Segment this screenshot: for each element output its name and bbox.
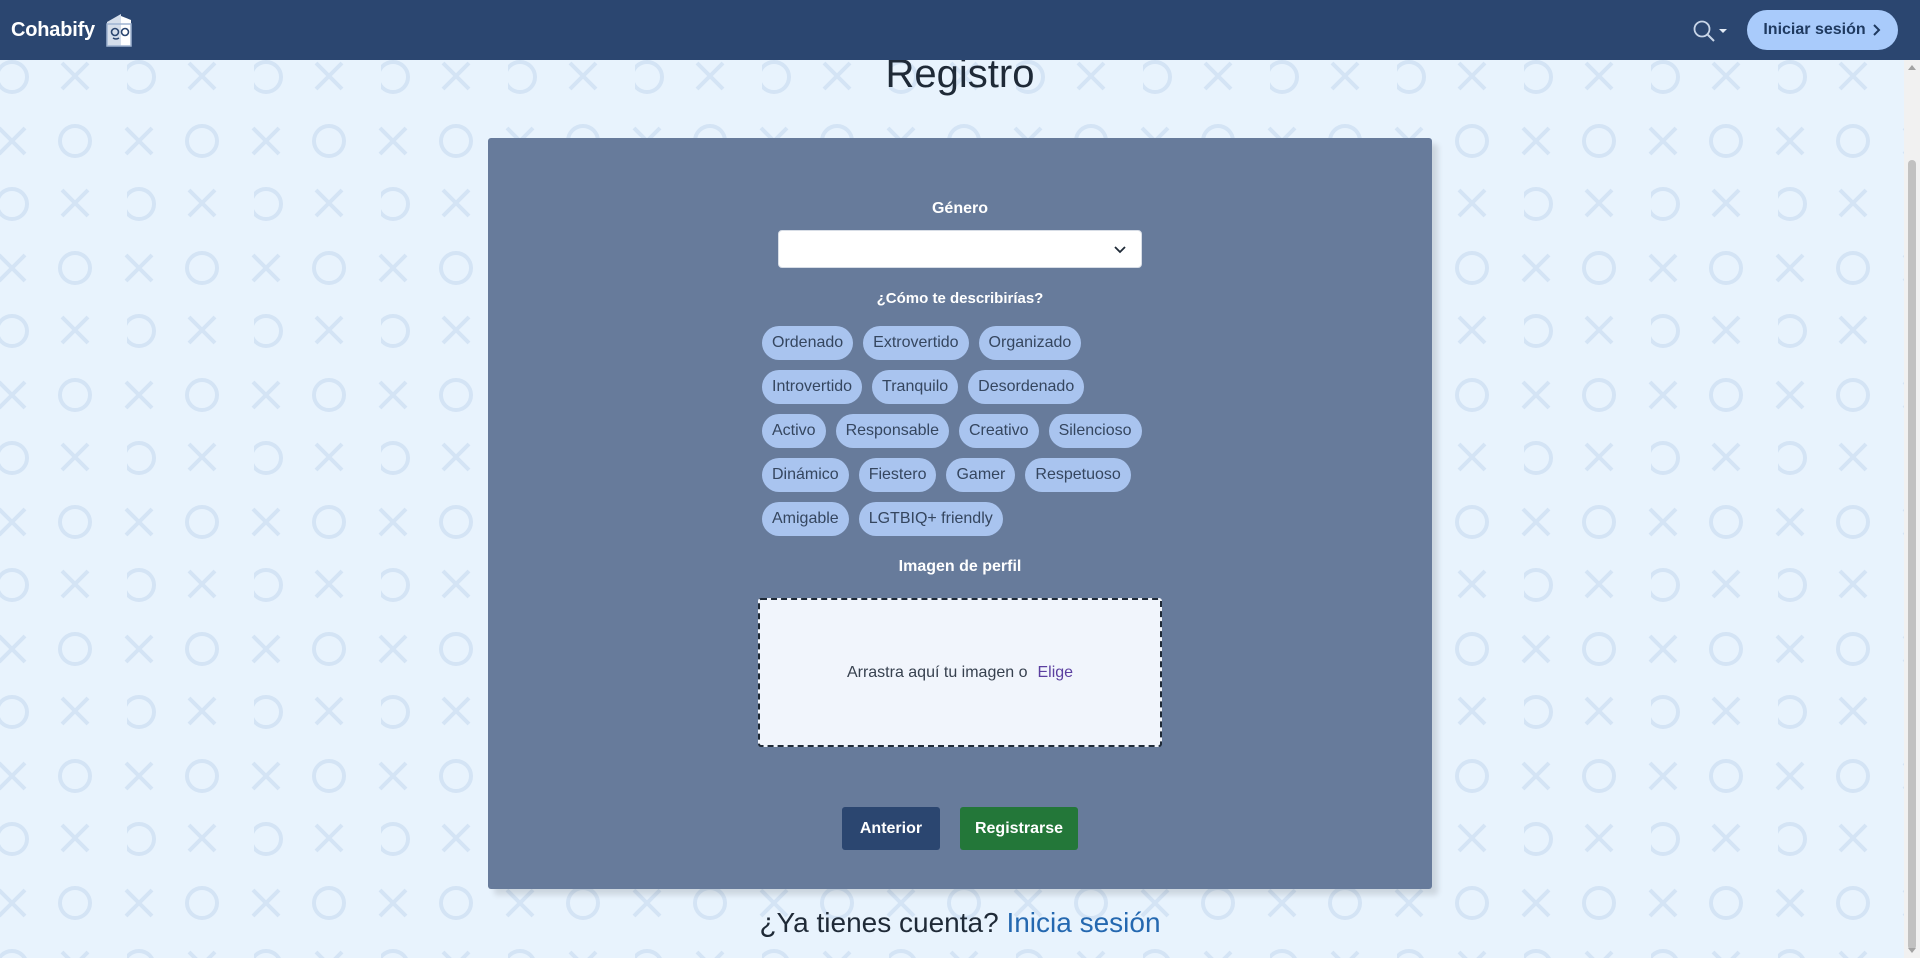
scroll-down-arrow-icon[interactable]: [1908, 948, 1916, 954]
dropzone-text: Arrastra aquí tu imagen o: [846, 663, 1028, 681]
login-prompt: ¿Ya tienes cuenta? Inicia sesión: [0, 907, 1920, 939]
choose-file-link[interactable]: Elige: [1037, 664, 1073, 682]
chevron-right-icon: [1872, 24, 1881, 36]
tag-organizado[interactable]: Organizado: [978, 326, 1082, 360]
tag-amigable[interactable]: Amigable: [762, 502, 849, 536]
brand[interactable]: Cohabify: [11, 12, 137, 48]
tag-row: Introvertido Tranquilo Desordenado: [762, 370, 1162, 404]
tag-lgtbiq-friendly[interactable]: LGTBIQ+ friendly: [858, 502, 1003, 536]
tag-activo[interactable]: Activo: [762, 414, 826, 448]
image-dropzone[interactable]: Arrastra aquí tu imagen o Elige: [758, 598, 1162, 747]
caret-down-icon: [1719, 29, 1727, 33]
tag-responsable[interactable]: Responsable: [835, 414, 949, 448]
describe-label: ¿Cómo te describirías?: [876, 290, 1044, 307]
search-toggle[interactable]: [1692, 18, 1732, 44]
tag-dinamico[interactable]: Dinámico: [762, 458, 849, 492]
login-button-label: Iniciar sesión: [1763, 21, 1866, 38]
tag-desordenado[interactable]: Desordenado: [968, 370, 1085, 404]
scroll-up-arrow-icon[interactable]: [1908, 64, 1916, 70]
login-link[interactable]: Inicia sesión: [1006, 907, 1160, 938]
register-button[interactable]: Registrarse: [960, 807, 1078, 850]
house-logo-icon: [106, 14, 132, 47]
brand-name: Cohabify: [11, 18, 95, 41]
registration-card: Género ¿Cómo te describirías? Ordenado E…: [488, 138, 1432, 889]
trait-tags: Ordenado Extrovertido Organizado Introve…: [762, 326, 1162, 546]
gender-label: Género: [931, 200, 988, 217]
tag-row: Dinámico Fiestero Gamer Respetuoso: [762, 458, 1162, 492]
tag-tranquilo[interactable]: Tranquilo: [872, 370, 959, 404]
search-icon: [1693, 20, 1715, 42]
tag-row: Amigable LGTBIQ+ friendly: [762, 502, 1162, 536]
chevron-down-icon: [1114, 246, 1126, 254]
vertical-scrollbar[interactable]: [1904, 60, 1920, 958]
tag-row: Ordenado Extrovertido Organizado: [762, 326, 1162, 360]
tag-introvertido[interactable]: Introvertido: [762, 370, 863, 404]
navbar: Cohabify Iniciar sesión: [0, 0, 1920, 60]
tag-gamer[interactable]: Gamer: [946, 458, 1016, 492]
tag-silencioso[interactable]: Silencioso: [1048, 414, 1142, 448]
tag-creativo[interactable]: Creativo: [958, 414, 1039, 448]
tag-respetuoso[interactable]: Respetuoso: [1025, 458, 1131, 492]
tag-ordenado[interactable]: Ordenado: [762, 326, 854, 360]
gender-select[interactable]: [778, 230, 1142, 268]
scroll-thumb[interactable]: [1908, 160, 1916, 950]
tag-fiestero[interactable]: Fiestero: [858, 458, 937, 492]
previous-button[interactable]: Anterior: [842, 807, 940, 850]
login-button[interactable]: Iniciar sesión: [1747, 10, 1898, 50]
login-prompt-question: ¿Ya tienes cuenta?: [759, 907, 999, 938]
profile-image-label: Imagen de perfil: [898, 558, 1022, 575]
tag-extrovertido[interactable]: Extrovertido: [863, 326, 969, 360]
tag-row: Activo Responsable Creativo Silencioso: [762, 414, 1162, 448]
